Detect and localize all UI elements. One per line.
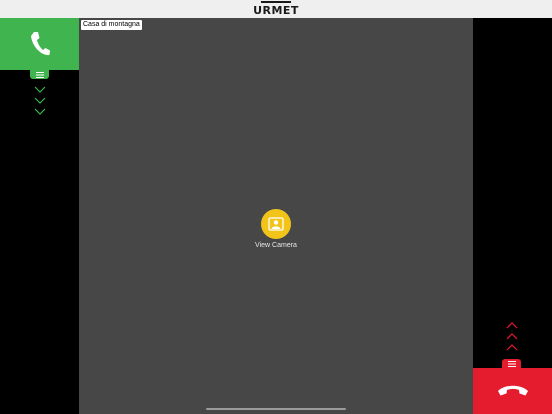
answer-call-button[interactable]	[0, 18, 79, 70]
chevron-down-icon	[34, 97, 46, 104]
phone-hangup-icon	[497, 385, 528, 396]
home-indicator[interactable]	[206, 408, 346, 410]
right-menu-tab[interactable]	[502, 359, 521, 368]
left-panel	[0, 18, 79, 414]
left-menu-tab[interactable]	[30, 70, 49, 79]
camera-icon	[268, 217, 284, 231]
swipe-down-hint	[32, 84, 48, 117]
chevron-up-icon	[506, 344, 518, 351]
logo-text: URMET	[253, 4, 299, 17]
view-camera-button[interactable]: View Camera	[246, 209, 306, 250]
view-camera-circle[interactable]	[261, 209, 291, 239]
swipe-up-hint	[504, 320, 520, 353]
video-area: Casa di montagna View Camera	[79, 18, 473, 414]
logo-bar	[261, 1, 291, 3]
hangup-call-button[interactable]	[473, 368, 552, 414]
top-bar: URMET	[0, 0, 552, 18]
menu-icon	[507, 360, 516, 367]
right-panel	[473, 18, 552, 414]
intercom-app: URMET Casa di montagna View Camera	[0, 0, 552, 414]
chevron-down-icon	[34, 108, 46, 115]
view-camera-label: View Camera	[255, 242, 297, 249]
brand-logo: URMET	[0, 1, 552, 18]
chevron-down-icon	[34, 86, 46, 93]
chevron-up-icon	[506, 333, 518, 340]
location-label: Casa di montagna	[81, 20, 142, 30]
chevron-up-icon	[506, 322, 518, 329]
menu-icon	[35, 71, 44, 78]
phone-icon	[30, 32, 50, 56]
